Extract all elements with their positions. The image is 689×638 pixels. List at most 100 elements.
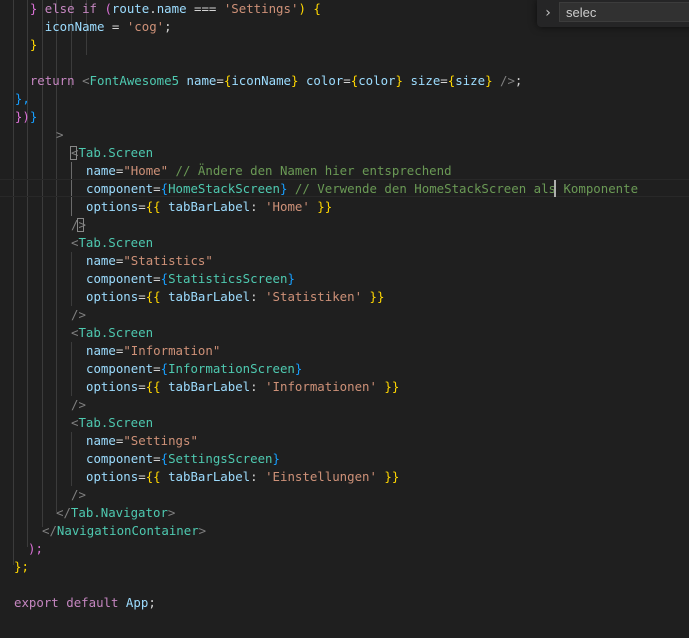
text-cursor — [554, 180, 556, 197]
jsx-attribute: options — [86, 379, 139, 394]
string-literal: 'Informationen' — [265, 379, 377, 394]
code-line[interactable]: /> — [71, 396, 86, 414]
code-line[interactable]: <Tab.Screen — [71, 414, 153, 432]
bracket: } — [29, 109, 38, 124]
jsx-attribute: name — [86, 343, 116, 358]
code-line[interactable]: options={{ tabBarLabel: 'Einstellungen' … — [86, 468, 399, 486]
code-line[interactable]: return <FontAwesome5 name={iconName} col… — [0, 72, 523, 90]
punctuation: ; — [164, 19, 172, 34]
string-literal: "Home" — [123, 163, 169, 178]
operator: === — [186, 1, 224, 16]
string-literal: "Settings" — [123, 433, 198, 448]
code-line[interactable]: options={{ tabBarLabel: 'Informationen' … — [86, 378, 399, 396]
keyword: default — [66, 595, 119, 610]
chevron-right-icon[interactable]: › — [540, 3, 556, 23]
operator: = — [343, 73, 351, 88]
operator: = — [138, 379, 146, 394]
keyword: return — [29, 73, 75, 88]
identifier: color — [358, 73, 396, 88]
bracket: { — [160, 271, 169, 286]
code-editor[interactable]: } else if (route.name === 'Settings') { … — [0, 0, 689, 638]
code-line[interactable]: } — [0, 36, 37, 54]
jsx-tag: NavigationContainer — [56, 523, 199, 538]
code-line[interactable]: }, — [0, 90, 30, 108]
code-line[interactable]: })} — [0, 108, 37, 126]
code-line[interactable]: component={StatisticsScreen} — [86, 270, 295, 288]
code-line[interactable]: }; — [14, 558, 29, 576]
bracket: {{ — [145, 199, 169, 214]
code-line[interactable]: options={{ tabBarLabel: 'Statistiken' }} — [86, 288, 384, 306]
bracket: } — [395, 73, 403, 88]
code-line[interactable]: ); — [28, 540, 43, 558]
operator: = — [153, 361, 161, 376]
jsx-bracket: </ — [42, 523, 57, 538]
bracket: } — [0, 1, 45, 16]
jsx-bracket: < — [74, 73, 90, 88]
code-line[interactable]: /> — [71, 306, 86, 324]
code-line[interactable]: options={{ tabBarLabel: 'Home' }} — [86, 198, 332, 216]
operator: = — [138, 199, 146, 214]
jsx-tag: Tab.Screen — [78, 415, 154, 430]
identifier: HomeStackScreen — [168, 181, 280, 196]
jsx-attribute: name — [86, 253, 116, 268]
identifier: App — [125, 595, 149, 610]
string-literal: "Statistics" — [123, 253, 213, 268]
punctuation: : — [250, 469, 266, 484]
punctuation: : — [250, 199, 266, 214]
code-line[interactable]: <Tab.Screen — [71, 234, 153, 252]
code-line[interactable]: </NavigationContainer> — [42, 522, 206, 540]
code-line[interactable]: /> — [71, 486, 86, 504]
string-literal: 'Einstellungen' — [265, 469, 377, 484]
find-input[interactable] — [559, 2, 689, 22]
bracket: } — [272, 451, 280, 466]
string-literal: "Information" — [123, 343, 221, 358]
code-line[interactable]: name="Settings" — [86, 432, 198, 450]
bracket: } — [485, 73, 493, 88]
jsx-attribute: size — [410, 73, 441, 88]
identifier: iconName — [231, 73, 291, 88]
punctuation: : — [250, 289, 266, 304]
jsx-tag: Tab.Screen — [78, 325, 154, 340]
operator: = — [153, 271, 161, 286]
code-line[interactable]: component={InformationScreen} — [86, 360, 302, 378]
jsx-tag: Tab.Screen — [78, 145, 154, 160]
jsx-attribute: component — [86, 451, 154, 466]
identifier: route — [111, 1, 150, 16]
code-line[interactable]: > — [56, 126, 63, 144]
code-line[interactable]: <Tab.Screen — [71, 324, 153, 342]
code-line[interactable]: <Tab.Screen — [71, 144, 153, 162]
code-line[interactable]: component={SettingsScreen} — [86, 450, 280, 468]
jsx-attribute: component — [86, 181, 154, 196]
code-line[interactable]: } else if (route.name === 'Settings') { — [0, 0, 321, 18]
code-line[interactable]: name="Statistics" — [86, 252, 213, 270]
jsx-attribute: options — [86, 199, 139, 214]
keyword: else if — [44, 1, 97, 16]
bracket: ); — [28, 541, 43, 556]
jsx-tag: Tab.Navigator — [70, 505, 168, 520]
jsx-attribute: options — [86, 289, 139, 304]
identifier: StatisticsScreen — [168, 271, 288, 286]
jsx-attribute: component — [86, 361, 154, 376]
code-line[interactable]: export default App; — [14, 594, 156, 612]
code-line[interactable]: name="Information" — [86, 342, 220, 360]
bracket: }} — [362, 289, 385, 304]
operator: = — [104, 19, 127, 34]
identifier: InformationScreen — [168, 361, 295, 376]
jsx-attribute: component — [86, 271, 154, 286]
operator: = — [153, 451, 161, 466]
jsx-tag: Tab.Screen — [78, 235, 154, 250]
code-line[interactable]: </Tab.Navigator> — [56, 504, 175, 522]
property: tabBarLabel — [168, 379, 251, 394]
bracket: {{ — [145, 469, 169, 484]
operator: = — [138, 289, 146, 304]
string-literal: 'Statistiken' — [265, 289, 363, 304]
code-line[interactable]: /> — [71, 216, 86, 234]
string-literal: 'Settings' — [223, 1, 299, 16]
code-line[interactable]: iconName = 'cog'; — [0, 18, 172, 36]
operator: = — [440, 73, 448, 88]
keyword: export — [14, 595, 59, 610]
code-line[interactable]: name="Home" // Ändere den Namen hier ent… — [86, 162, 452, 180]
